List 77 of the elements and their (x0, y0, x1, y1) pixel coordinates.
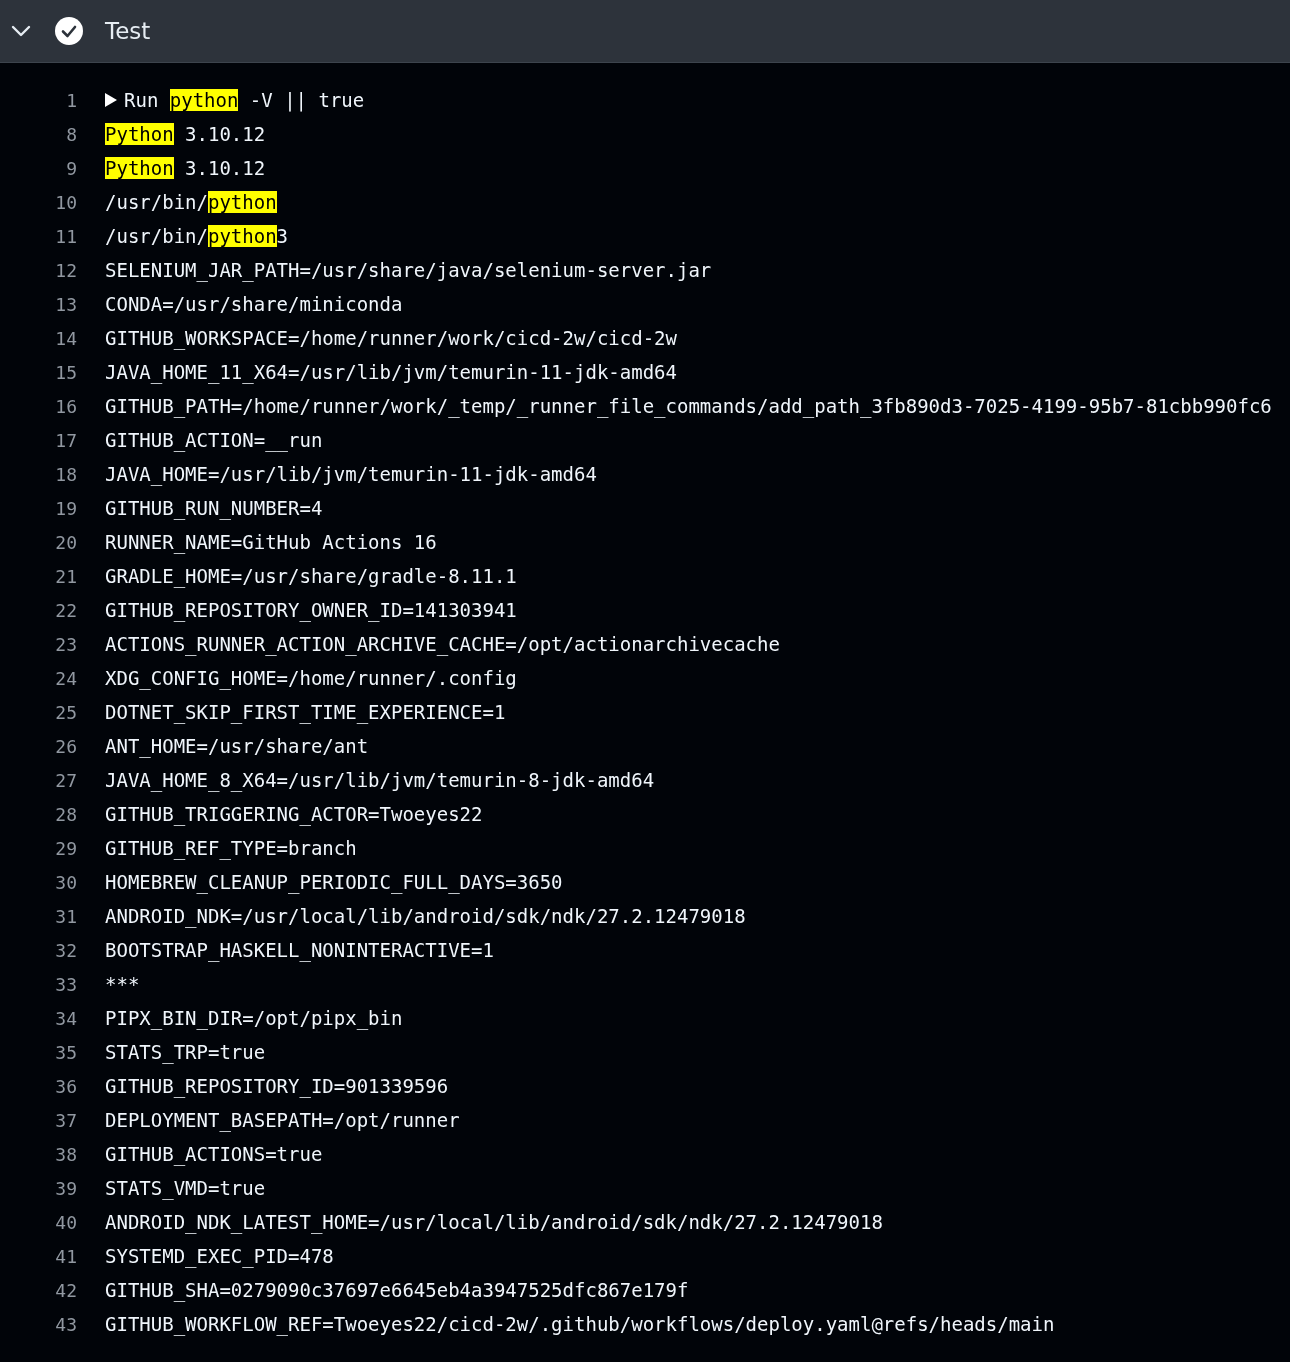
line-number: 39 (54, 1177, 77, 1199)
log-line: SYSTEMD_EXEC_PID=478 (105, 1245, 334, 1267)
line-number: 30 (54, 871, 77, 893)
log-line: STATS_VMD=true (105, 1177, 266, 1199)
log-line: /usr/bin/python (105, 191, 277, 213)
line-number: 19 (54, 497, 77, 519)
log-line: HOMEBREW_CLEANUP_PERIODIC_FULL_DAYS=3650 (105, 871, 563, 893)
line-number: 18 (54, 463, 77, 485)
log-line: Run python -V || true (124, 89, 365, 111)
line-number: 15 (54, 361, 77, 383)
log-line: ANDROID_NDK=/usr/local/lib/android/sdk/ndk/27.2.12479018 (105, 905, 746, 927)
log-line: GITHUB_RUN_NUMBER=4 (105, 497, 323, 519)
chevron-icon[interactable] (11, 25, 31, 37)
line-number: 14 (54, 327, 77, 349)
log-line: GITHUB_ACTION=__run (105, 429, 323, 451)
log-line: GITHUB_REPOSITORY_OWNER_ID=141303941 (105, 599, 517, 621)
line-number: 33 (54, 973, 77, 995)
line-number: 23 (54, 633, 77, 655)
line-number: 34 (54, 1007, 77, 1029)
log-line: ACTIONS_RUNNER_ACTION_ARCHIVE_CACHE=/opt/actionarchivecache (105, 633, 780, 655)
line-number: 35 (54, 1041, 77, 1063)
log-line: GITHUB_WORKFLOW_REF=Twoeyes22/cicd-2w/.github/workflows/deploy.yaml@refs/heads/main (105, 1313, 1055, 1335)
log-line: GITHUB_WORKSPACE=/home/runner/work/cicd-2w/cicd-2w (105, 327, 677, 349)
line-number: 10 (54, 191, 77, 213)
line-number: 37 (54, 1109, 77, 1131)
line-number: 26 (54, 735, 77, 757)
line-number: 13 (54, 293, 77, 315)
log-line: GITHUB_ACTIONS=true (105, 1143, 323, 1165)
log-line: BOOTSTRAP_HASKELL_NONINTERACTIVE=1 (105, 939, 494, 961)
log-line: GITHUB_REPOSITORY_ID=901339596 (105, 1075, 449, 1097)
line-number: 43 (54, 1313, 77, 1335)
line-number: 25 (54, 701, 77, 723)
line-number: 29 (54, 837, 77, 859)
line-number: 42 (54, 1279, 77, 1301)
log-line: /usr/bin/python3 (105, 225, 289, 247)
step-title: Test (105, 18, 151, 44)
log-line: RUNNER_NAME=GitHub Actions 16 (105, 531, 437, 553)
line-number: 38 (54, 1143, 77, 1165)
line-number: 24 (54, 667, 77, 689)
line-number: 20 (54, 531, 77, 553)
log-line: JAVA_HOME=/usr/lib/jvm/temurin-11-jdk-amd64 (105, 463, 597, 485)
log-line: GRADLE_HOME=/usr/share/gradle-8.11.1 (105, 565, 517, 587)
log-line: *** (105, 973, 140, 995)
log-line: Python 3.10.12 (105, 157, 266, 179)
line-number: 1 (65, 89, 77, 111)
log-line: DEPLOYMENT_BASEPATH=/opt/runner (105, 1109, 460, 1131)
log-line: Python 3.10.12 (105, 123, 266, 145)
line-number: 8 (65, 123, 77, 145)
log-line: PIPX_BIN_DIR=/opt/pipx_bin (105, 1007, 403, 1029)
log-line: SELENIUM_JAR_PATH=/usr/share/java/selenium-server.jar (105, 259, 712, 281)
log-line: CONDA=/usr/share/miniconda (105, 293, 403, 315)
line-number: 21 (54, 565, 77, 587)
line-number: 12 (54, 259, 77, 281)
log-line: XDG_CONFIG_HOME=/home/runner/.config (105, 667, 517, 689)
log-line: GITHUB_REF_TYPE=branch (105, 837, 357, 859)
line-number: 22 (54, 599, 77, 621)
line-number: 9 (65, 157, 77, 179)
log-line: GITHUB_PATH=/home/runner/work/_temp/_runner_file_commands/add_path_3fb890d3-7025-4199-95b7-81cbb990fc6 (105, 395, 1272, 417)
line-number: 36 (54, 1075, 77, 1097)
line-number: 11 (54, 225, 77, 247)
log-line: ANT_HOME=/usr/share/ant (105, 735, 369, 757)
line-number: 17 (54, 429, 77, 451)
line-number: 41 (54, 1245, 77, 1267)
line-number: 31 (54, 905, 77, 927)
line-number: 16 (54, 395, 77, 417)
triangle-icon[interactable] (105, 93, 117, 107)
log-line: GITHUB_SHA=0279090c37697e6645eb4a3947525dfc867e179f (105, 1279, 689, 1301)
line-number: 27 (54, 769, 77, 791)
line-number: 40 (54, 1211, 77, 1233)
line-number: 28 (54, 803, 77, 825)
log-line: DOTNET_SKIP_FIRST_TIME_EXPERIENCE=1 (105, 701, 506, 723)
log-line: STATS_TRP=true (105, 1041, 266, 1063)
log-line: JAVA_HOME_8_X64=/usr/lib/jvm/temurin-8-jdk-amd64 (105, 769, 655, 791)
log-line: JAVA_HOME_11_X64=/usr/lib/jvm/temurin-11-jdk-amd64 (105, 361, 677, 383)
line-number: 32 (54, 939, 77, 961)
log-line: GITHUB_TRIGGERING_ACTOR=Twoeyes22 (105, 803, 483, 825)
log-line: ANDROID_NDK_LATEST_HOME=/usr/local/lib/android/sdk/ndk/27.2.12479018 (105, 1211, 883, 1233)
